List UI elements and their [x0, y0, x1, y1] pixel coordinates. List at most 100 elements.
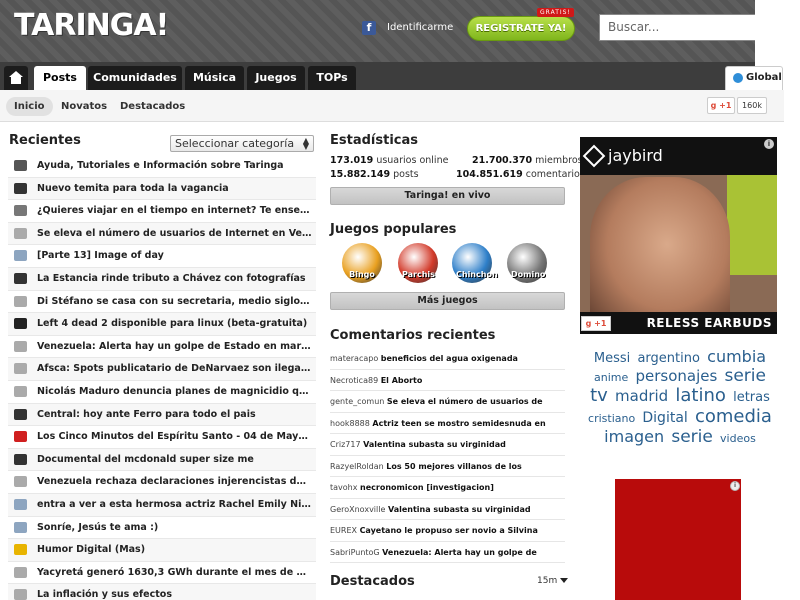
- post-row[interactable]: Di Stéfano se casa con su secretaria, me…: [8, 291, 316, 314]
- post-row[interactable]: Ayuda, Tutoriales e Información sobre Ta…: [8, 155, 316, 178]
- ad-banner[interactable]: jaybird i RELESS EARBUDS g +1: [580, 137, 777, 334]
- post-row[interactable]: ¿Quieres viajar en el tiempo en internet…: [8, 200, 316, 223]
- gplus-button[interactable]: g +1: [707, 97, 735, 114]
- post-row[interactable]: Humor Digital (Mas): [8, 539, 316, 562]
- post-title[interactable]: Nuevo temita para toda la vagancia: [37, 183, 312, 194]
- tag-link[interactable]: imagen: [604, 427, 664, 446]
- live-button[interactable]: Taringa! en vivo: [330, 187, 565, 205]
- comment-row[interactable]: Criz717 Valentina subasta su virginidad: [330, 434, 565, 456]
- post-title[interactable]: Afsca: Spots publicatario de DeNarvaez s…: [37, 363, 312, 374]
- post-row[interactable]: Nuevo temita para toda la vagancia: [8, 177, 316, 201]
- post-row[interactable]: Nicolás Maduro denuncia planes de magnic…: [8, 381, 316, 404]
- subnav-novatos[interactable]: Novatos: [53, 97, 115, 116]
- comment-user[interactable]: GeroXnoxville: [330, 505, 385, 514]
- game-domino-icon[interactable]: Domino: [507, 243, 547, 283]
- tab-juegos[interactable]: Juegos: [247, 66, 305, 90]
- tag-link[interactable]: Digital: [642, 410, 687, 426]
- comment-post-link[interactable]: El Aborto: [381, 376, 423, 385]
- post-row[interactable]: Central: hoy ante Ferro para todo el pai…: [8, 403, 316, 427]
- comment-post-link[interactable]: Los 50 mejores villanos de los: [386, 462, 522, 471]
- ad-info-icon[interactable]: i: [730, 481, 740, 491]
- tag-link[interactable]: videos: [720, 432, 756, 446]
- comment-row[interactable]: materacapo beneficios del agua oxigenada: [330, 348, 565, 370]
- comment-user[interactable]: SabriPuntoG: [330, 548, 380, 557]
- post-title[interactable]: Venezuela rechaza declaraciones injerenc…: [37, 476, 312, 487]
- post-title[interactable]: Se eleva el número de usuarios de Intern…: [37, 228, 312, 239]
- tag-link[interactable]: Messi: [594, 351, 630, 367]
- tab-comunidades[interactable]: Comunidades: [88, 66, 182, 90]
- post-row[interactable]: Sonríe, Jesús te ama :): [8, 517, 316, 540]
- ad-gplus-button[interactable]: g +1: [581, 316, 611, 331]
- tag-link[interactable]: madrid: [615, 388, 668, 406]
- comment-user[interactable]: RazyelRoldan: [330, 462, 384, 471]
- tag-link[interactable]: cumbia: [707, 347, 766, 366]
- subnav-destacados[interactable]: Destacados: [112, 97, 193, 116]
- post-row[interactable]: Los Cinco Minutos del Espíritu Santo - 0…: [8, 426, 316, 449]
- post-title[interactable]: [Parte 13] Image of day: [37, 250, 312, 261]
- comment-row[interactable]: hook8888 Actriz teen se mostro semidesnu…: [330, 413, 565, 434]
- post-title[interactable]: Documental del mcdonald super size me: [37, 454, 312, 465]
- post-title[interactable]: entra a ver a esta hermosa actriz Rachel…: [37, 499, 312, 510]
- comment-row[interactable]: GeroXnoxville Valentina subasta su virgi…: [330, 499, 565, 520]
- facebook-icon[interactable]: f: [362, 21, 376, 35]
- post-title[interactable]: Venezuela: Alerta hay un golpe de Estado…: [37, 341, 312, 352]
- comment-user[interactable]: tavohx: [330, 483, 357, 492]
- comment-user[interactable]: Criz717: [330, 440, 361, 449]
- comment-post-link[interactable]: Cayetano le propuso ser novio a Silvina: [360, 526, 538, 535]
- post-title[interactable]: La Estancia rinde tributo a Chávez con f…: [37, 273, 312, 284]
- comment-row[interactable]: EUREX Cayetano le propuso ser novio a Si…: [330, 520, 565, 542]
- game-bingo-icon[interactable]: Bingo: [342, 243, 382, 283]
- game-parchis-icon[interactable]: Parchis: [398, 243, 438, 283]
- comment-row[interactable]: gente_comun Se eleva el número de usuari…: [330, 391, 565, 413]
- comment-row[interactable]: tavohx necronomicon [investigacion]: [330, 477, 565, 499]
- post-row[interactable]: Yacyretá generó 1630,3 GWh durante el me…: [8, 562, 316, 585]
- post-row[interactable]: La Estancia rinde tributo a Chávez con f…: [8, 267, 316, 291]
- post-title[interactable]: Humor Digital (Mas): [37, 544, 312, 555]
- tag-link[interactable]: tv: [590, 386, 608, 407]
- comment-post-link[interactable]: beneficios del agua oxigenada: [381, 354, 518, 363]
- comment-user[interactable]: Necrotica89: [330, 376, 378, 385]
- comment-row[interactable]: Necrotica89 El Aborto: [330, 370, 565, 391]
- post-row[interactable]: Left 4 dead 2 disponible para linux (bet…: [8, 313, 316, 336]
- comment-user[interactable]: gente_comun: [330, 397, 384, 406]
- comment-row[interactable]: SabriPuntoG Venezuela: Alerta hay un gol…: [330, 542, 565, 563]
- comment-user[interactable]: hook8888: [330, 419, 370, 428]
- subnav-inicio[interactable]: Inicio: [6, 97, 53, 116]
- comment-row[interactable]: RazyelRoldan Los 50 mejores villanos de …: [330, 456, 565, 477]
- post-row[interactable]: Venezuela rechaza declaraciones injerenc…: [8, 471, 316, 494]
- post-title[interactable]: Nicolás Maduro denuncia planes de magnic…: [37, 386, 312, 397]
- comment-post-link[interactable]: necronomicon [investigacion]: [360, 483, 494, 492]
- comment-user[interactable]: materacapo: [330, 354, 378, 363]
- more-games-button[interactable]: Más juegos: [330, 292, 565, 310]
- tag-link[interactable]: argentino: [637, 351, 699, 367]
- post-title[interactable]: Left 4 dead 2 disponible para linux (bet…: [37, 318, 312, 329]
- search-input[interactable]: Buscar...: [599, 14, 759, 41]
- post-row[interactable]: Afsca: Spots publicatario de DeNarvaez s…: [8, 358, 316, 381]
- post-row[interactable]: [Parte 13] Image of day: [8, 245, 316, 268]
- post-title[interactable]: Central: hoy ante Ferro para todo el pai…: [37, 409, 312, 420]
- register-button[interactable]: REGISTRATE YA!: [467, 16, 575, 41]
- tab-musica[interactable]: Música: [185, 66, 244, 90]
- comment-post-link[interactable]: Se eleva el número de usuarios de: [387, 397, 543, 406]
- home-icon[interactable]: [4, 66, 28, 90]
- tag-link[interactable]: anime: [594, 371, 628, 385]
- post-row[interactable]: Documental del mcdonald super size me: [8, 448, 316, 472]
- post-title[interactable]: Di Stéfano se casa con su secretaria, me…: [37, 296, 312, 307]
- comment-post-link[interactable]: Valentina subasta su virginidad: [363, 440, 506, 449]
- post-title[interactable]: Yacyretá generó 1630,3 GWh durante el me…: [37, 567, 312, 578]
- taringa-logo[interactable]: TARINGA!: [14, 8, 169, 43]
- ad-banner-secondary[interactable]: [615, 479, 741, 600]
- post-title[interactable]: Los Cinco Minutos del Espíritu Santo - 0…: [37, 431, 312, 442]
- tag-link[interactable]: serie: [671, 427, 713, 448]
- comment-post-link[interactable]: Venezuela: Alerta hay un golpe de: [382, 548, 537, 557]
- time-filter-dropdown[interactable]: 15m: [537, 576, 569, 586]
- post-title[interactable]: Sonríe, Jesús te ama :): [37, 522, 312, 533]
- post-title[interactable]: ¿Quieres viajar en el tiempo en internet…: [37, 205, 312, 216]
- login-link[interactable]: Identificarme: [387, 22, 453, 33]
- post-title[interactable]: Ayuda, Tutoriales e Información sobre Ta…: [37, 160, 312, 171]
- post-row[interactable]: Venezuela: Alerta hay un golpe de Estado…: [8, 336, 316, 359]
- post-row[interactable]: La inflación y sus efectos: [8, 584, 316, 600]
- tag-link[interactable]: comedia: [695, 406, 772, 428]
- tag-link[interactable]: serie: [724, 366, 766, 387]
- tag-link[interactable]: personajes: [635, 367, 717, 385]
